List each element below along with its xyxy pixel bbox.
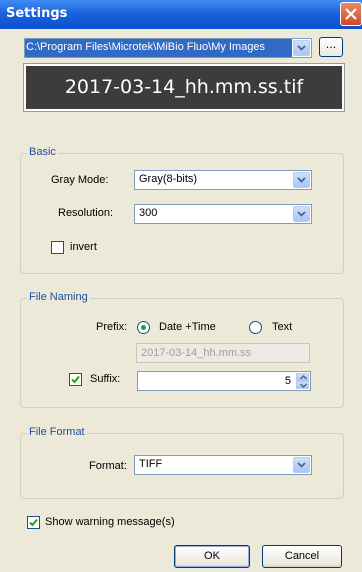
chevron-down-icon: [300, 383, 307, 388]
close-icon: [345, 8, 357, 20]
format-select[interactable]: TIFF: [134, 455, 312, 475]
file-naming-group-label: File Naming: [27, 291, 90, 303]
output-folder-combo[interactable]: C:\Program Files\Microtek\MiBio Fluo\My …: [24, 38, 312, 58]
filename-preview: 2017-03-14_hh.mm.ss.tif: [23, 63, 345, 112]
prefix-text-label[interactable]: Text: [272, 321, 292, 333]
gray-mode-dropdown-button[interactable]: [293, 172, 310, 188]
prefix-text-radio[interactable]: [249, 321, 262, 334]
suffix-value: 5: [284, 375, 291, 387]
invert-label[interactable]: invert: [70, 241, 97, 253]
format-value: TIFF: [139, 458, 163, 470]
file-format-group-label: File Format: [27, 426, 87, 438]
resolution-value: 300: [139, 207, 158, 219]
prefix-text-value: 2017-03-14_hh.mm.ss: [141, 347, 252, 359]
show-warning-checkbox[interactable]: [27, 516, 40, 529]
cancel-button[interactable]: Cancel: [262, 545, 342, 568]
invert-checkbox[interactable]: [51, 241, 64, 254]
window-title: Settings: [6, 6, 68, 21]
resolution-dropdown-button[interactable]: [293, 206, 310, 222]
gray-mode-label: Gray Mode:: [51, 174, 109, 186]
output-folder-dropdown-button[interactable]: [293, 40, 310, 56]
output-folder-value: C:\Program Files\Microtek\MiBio Fluo\My …: [25, 39, 292, 57]
format-dropdown-button[interactable]: [293, 457, 310, 473]
suffix-label[interactable]: Suffix:: [90, 373, 120, 385]
resolution-label: Resolution:: [58, 207, 114, 219]
prefix-datetime-radio[interactable]: [137, 321, 150, 334]
suffix-stepper[interactable]: 5: [137, 371, 311, 391]
prefix-datetime-label[interactable]: Date +Time: [159, 321, 216, 333]
gray-mode-value: Gray(8-bits): [139, 173, 198, 185]
basic-group-label: Basic: [27, 146, 58, 158]
chevron-down-icon: [297, 211, 306, 217]
checkmark-icon: [71, 375, 80, 384]
title-bar[interactable]: Settings: [0, 0, 362, 29]
suffix-checkbox[interactable]: [69, 373, 82, 386]
format-label: Format:: [89, 460, 127, 472]
chevron-down-icon: [297, 177, 306, 183]
chevron-down-icon: [297, 462, 306, 468]
prefix-text-input[interactable]: 2017-03-14_hh.mm.ss: [136, 343, 310, 363]
show-warning-label[interactable]: Show warning message(s): [45, 516, 175, 528]
prefix-label: Prefix:: [96, 321, 128, 333]
suffix-increment-button[interactable]: [296, 373, 309, 381]
browse-button[interactable]: ...: [319, 37, 343, 57]
suffix-decrement-button[interactable]: [296, 381, 309, 389]
gray-mode-select[interactable]: Gray(8-bits): [134, 170, 312, 190]
close-button[interactable]: [340, 2, 362, 26]
radio-selected-dot: [141, 325, 146, 330]
checkmark-icon: [29, 518, 38, 527]
chevron-down-icon: [297, 45, 306, 51]
settings-dialog: Settings C:\Program Files\Microtek\MiBio…: [0, 0, 362, 572]
chevron-up-icon: [300, 375, 307, 380]
ok-button[interactable]: OK: [174, 545, 250, 568]
resolution-select[interactable]: 300: [134, 204, 312, 224]
